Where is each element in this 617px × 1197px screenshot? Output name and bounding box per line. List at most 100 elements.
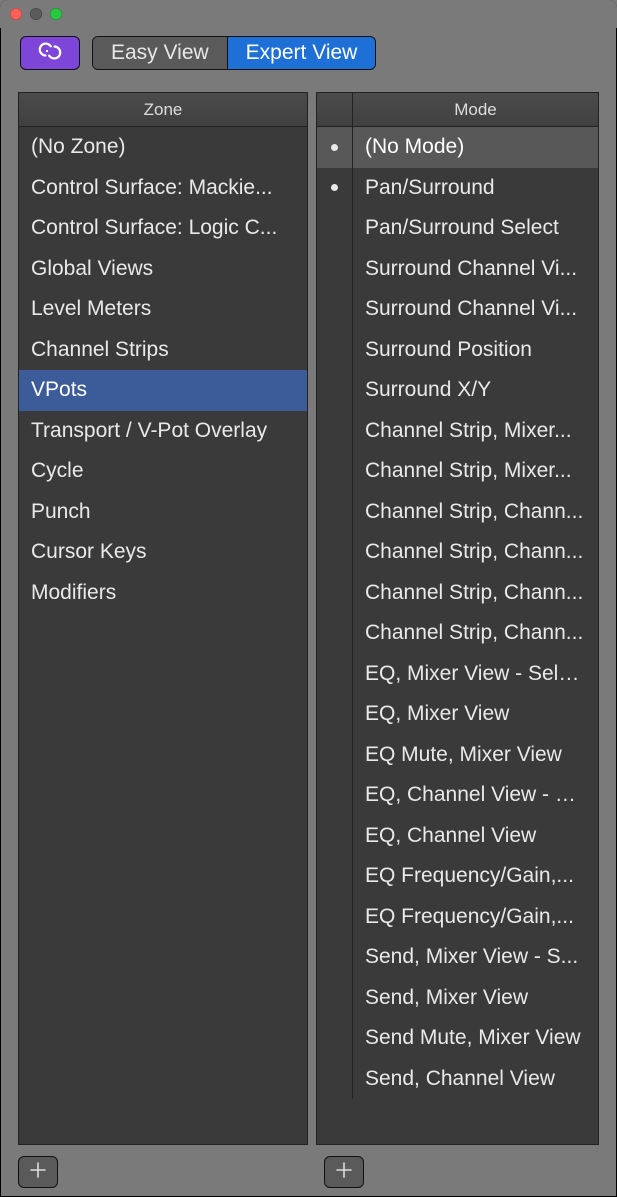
- zone-row[interactable]: Cycle: [19, 451, 307, 492]
- mode-row[interactable]: Channel Strip, Chann...: [317, 613, 598, 654]
- expert-view-tab[interactable]: Expert View: [228, 37, 376, 69]
- mode-panel-header[interactable]: Mode: [317, 93, 598, 127]
- zone-add-button[interactable]: [18, 1156, 58, 1188]
- mode-row[interactable]: EQ Frequency/Gain,...: [317, 897, 598, 938]
- mode-row[interactable]: Send, Channel View: [317, 1059, 598, 1100]
- easy-view-tab[interactable]: Easy View: [93, 37, 228, 69]
- mode-row-label: Pan/Surround: [353, 176, 598, 200]
- mode-row[interactable]: Send Mute, Mixer View: [317, 1018, 598, 1059]
- zone-row[interactable]: (No Zone): [19, 127, 307, 168]
- mode-row-marker: [317, 775, 353, 816]
- mode-row[interactable]: Pan/Surround Select: [317, 208, 598, 249]
- footer: [0, 1147, 617, 1197]
- mode-row[interactable]: EQ Mute, Mixer View: [317, 735, 598, 776]
- mode-row-marker: [317, 411, 353, 452]
- mode-row-marker: [317, 694, 353, 735]
- mode-row[interactable]: Channel Strip, Mixer...: [317, 411, 598, 452]
- mode-row-label: Send, Channel View: [353, 1067, 598, 1091]
- mode-panel: Mode (No Mode) Pan/Surround Pan/Surround S…: [316, 92, 599, 1145]
- zone-row[interactable]: Control Surface: Mackie...: [19, 168, 307, 209]
- mode-row-label: EQ, Mixer View - Sele...: [353, 662, 598, 686]
- zone-row-label: Modifiers: [19, 581, 128, 605]
- mode-row[interactable]: EQ, Channel View: [317, 816, 598, 857]
- mode-row-label: Surround Channel Vi...: [353, 297, 598, 321]
- mode-row[interactable]: Surround Channel Vi...: [317, 289, 598, 330]
- mode-row[interactable]: Channel Strip, Mixer...: [317, 451, 598, 492]
- zone-panel: Zone (No Zone) Control Surface: Mackie...…: [18, 92, 308, 1145]
- mode-row-marker: [317, 654, 353, 695]
- mode-row-label: (No Mode): [353, 135, 598, 159]
- mode-row-label: EQ Frequency/Gain,...: [353, 905, 598, 929]
- mode-row-label: Send Mute, Mixer View: [353, 1026, 598, 1050]
- mode-row[interactable]: Channel Strip, Chann...: [317, 532, 598, 573]
- mode-row-label: EQ Frequency/Gain,...: [353, 864, 598, 888]
- window: Easy View Expert View Zone (No Zone) Cont…: [0, 0, 617, 1197]
- window-zoom-button[interactable]: [50, 8, 62, 20]
- mode-list[interactable]: (No Mode) Pan/Surround Pan/Surround Select…: [317, 127, 598, 1144]
- link-button[interactable]: [20, 36, 80, 70]
- mode-row-label: Channel Strip, Mixer...: [353, 419, 598, 443]
- zone-row[interactable]: Global Views: [19, 249, 307, 290]
- content: Zone (No Zone) Control Surface: Mackie...…: [0, 78, 617, 1147]
- mode-row[interactable]: EQ, Channel View - S...: [317, 775, 598, 816]
- window-close-button[interactable]: [10, 8, 22, 20]
- mode-add-button[interactable]: [324, 1156, 364, 1188]
- zone-row-label: Channel Strips: [19, 338, 181, 362]
- mode-row-label: EQ Mute, Mixer View: [353, 743, 598, 767]
- mode-row[interactable]: Surround Channel Vi...: [317, 249, 598, 290]
- mode-row-label: Channel Strip, Chann...: [353, 581, 598, 605]
- mode-row[interactable]: Channel Strip, Chann...: [317, 492, 598, 533]
- zone-row[interactable]: Channel Strips: [19, 330, 307, 371]
- mode-row-label: Channel Strip, Chann...: [353, 540, 598, 564]
- zone-panel-header[interactable]: Zone: [19, 93, 307, 127]
- zone-row-label: Transport / V-Pot Overlay: [19, 419, 279, 443]
- zone-row-label: (No Zone): [19, 135, 138, 159]
- mode-row-label: Channel Strip, Chann...: [353, 621, 598, 645]
- mode-row[interactable]: EQ, Mixer View - Sele...: [317, 654, 598, 695]
- zone-row-label: Control Surface: Logic C...: [19, 216, 289, 240]
- mode-row[interactable]: Channel Strip, Chann...: [317, 573, 598, 614]
- zone-row-label: Global Views: [19, 257, 165, 281]
- mode-row[interactable]: Surround Position: [317, 330, 598, 371]
- zone-row[interactable]: Punch: [19, 492, 307, 533]
- zone-row-label: Cursor Keys: [19, 540, 159, 564]
- zone-list[interactable]: (No Zone) Control Surface: Mackie... Contr…: [19, 127, 307, 1144]
- view-segmented-control: Easy View Expert View: [92, 36, 376, 70]
- mode-row-marker: [317, 856, 353, 897]
- mode-row-label: Send, Mixer View: [353, 986, 598, 1010]
- mode-row-marker: [317, 1018, 353, 1059]
- mode-row-label: Surround Channel Vi...: [353, 257, 598, 281]
- mode-row-label: EQ, Channel View - S...: [353, 783, 598, 807]
- mode-row-label: Surround X/Y: [353, 378, 598, 402]
- zone-header-label: Zone: [19, 100, 307, 120]
- mode-marker-column-header[interactable]: [317, 93, 353, 126]
- zone-row[interactable]: Transport / V-Pot Overlay: [19, 411, 307, 452]
- mode-row-marker: [317, 330, 353, 371]
- zone-row[interactable]: Cursor Keys: [19, 532, 307, 573]
- mode-row[interactable]: Send, Mixer View: [317, 978, 598, 1019]
- mode-header-label: Mode: [353, 93, 598, 126]
- window-controls: [10, 8, 62, 20]
- zone-row-label: VPots: [19, 378, 99, 402]
- mode-row[interactable]: EQ, Mixer View: [317, 694, 598, 735]
- zone-row[interactable]: Level Meters: [19, 289, 307, 330]
- mode-row-marker: [317, 127, 353, 168]
- window-minimize-button[interactable]: [30, 8, 42, 20]
- mode-row-marker: [317, 249, 353, 290]
- zone-row-label: Level Meters: [19, 297, 163, 321]
- mode-row[interactable]: Pan/Surround: [317, 168, 598, 209]
- mode-row[interactable]: EQ Frequency/Gain,...: [317, 856, 598, 897]
- mode-row[interactable]: (No Mode): [317, 127, 598, 168]
- mode-row[interactable]: Surround X/Y: [317, 370, 598, 411]
- mode-row-label: Surround Position: [353, 338, 598, 362]
- zone-row[interactable]: Modifiers: [19, 573, 307, 614]
- zone-row[interactable]: VPots: [19, 370, 307, 411]
- titlebar: [0, 0, 617, 28]
- bullet-icon: [331, 184, 338, 191]
- mode-row-marker: [317, 573, 353, 614]
- zone-row[interactable]: Control Surface: Logic C...: [19, 208, 307, 249]
- zone-row-label: Cycle: [19, 459, 96, 483]
- mode-row[interactable]: Send, Mixer View - S...: [317, 937, 598, 978]
- mode-row-label: Channel Strip, Chann...: [353, 500, 598, 524]
- bullet-icon: [331, 144, 338, 151]
